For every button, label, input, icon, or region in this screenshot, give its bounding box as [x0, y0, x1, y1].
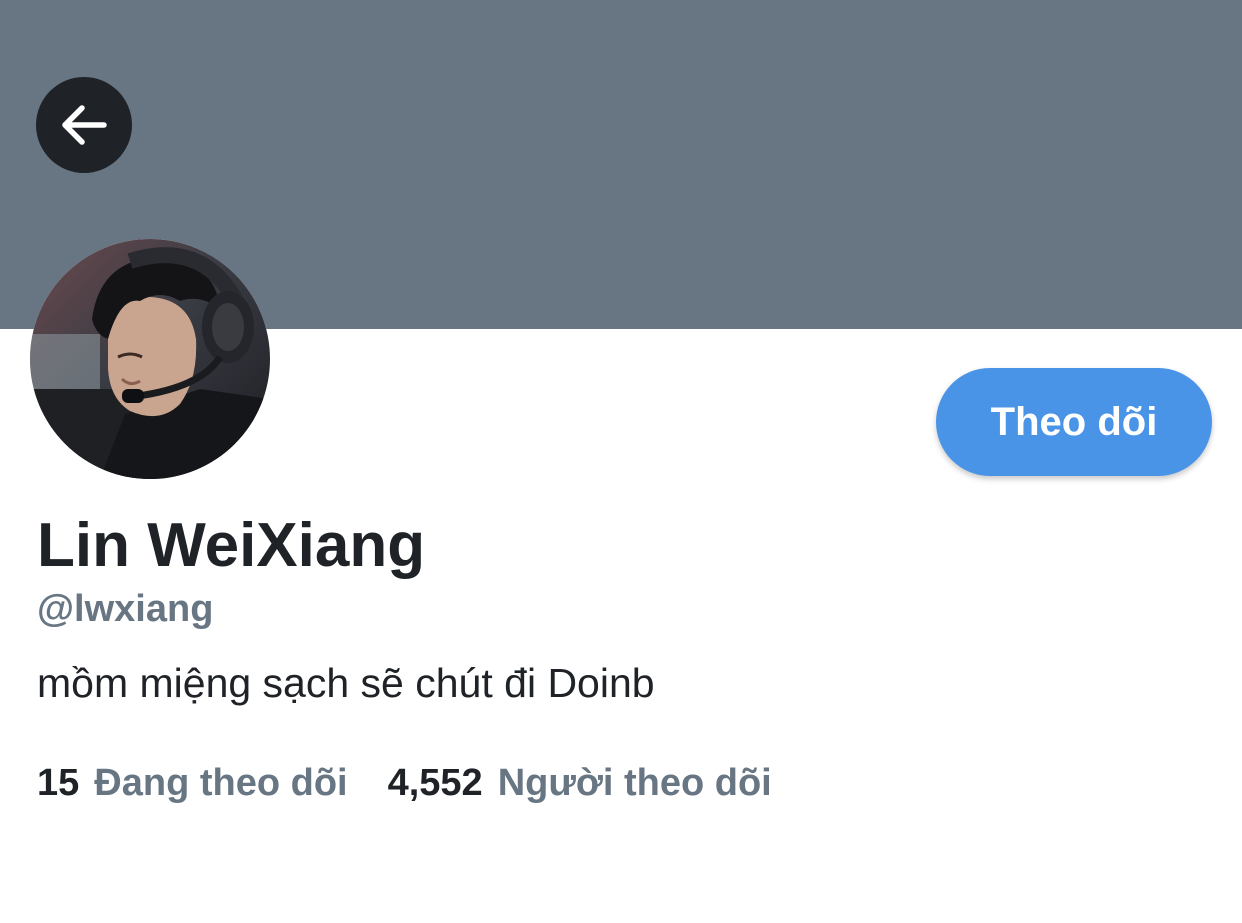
followers-label: Người theo dõi [497, 762, 772, 804]
arrow-left-icon [62, 105, 107, 145]
followers-stat[interactable]: 4,552 Người theo dõi [388, 758, 772, 808]
user-handle: @lwxiang [37, 588, 214, 630]
following-label: Đang theo dõi [94, 762, 348, 804]
back-button[interactable] [36, 77, 132, 173]
following-stat[interactable]: 15 Đang theo dõi [37, 758, 348, 808]
follow-button-label: Theo dõi [990, 399, 1158, 444]
followers-count: 4,552 [387, 762, 483, 804]
profile-stats: 15 Đang theo dõi 4,552 Người theo dõi [37, 758, 772, 808]
following-count: 15 [37, 762, 80, 804]
avatar[interactable] [30, 239, 270, 479]
profile-bio: mồm miệng sạch sẽ chút đi Doinb [37, 660, 655, 706]
avatar-photo [30, 239, 270, 479]
display-name: Lin WeiXiang [37, 511, 426, 580]
follow-button[interactable]: Theo dõi [936, 368, 1212, 476]
